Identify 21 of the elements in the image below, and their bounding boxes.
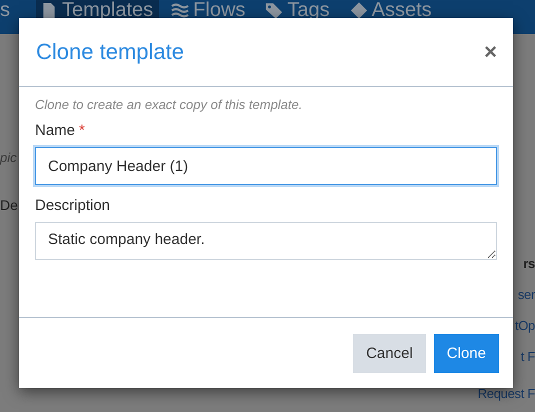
table-link[interactable]: tOp [514, 318, 535, 333]
table-header: De [0, 197, 19, 213]
nav-tab[interactable]: Flows [171, 0, 254, 21]
column-header: rs [523, 256, 535, 271]
hint-text: Clone to create an exact copy of this template. [35, 97, 304, 112]
field-label: Description [35, 197, 110, 214]
table-link[interactable]: Request F [478, 386, 535, 401]
dialog-title: Clone template [36, 39, 184, 65]
close-button[interactable]: × [484, 39, 497, 65]
cancel-button[interactable]: Cancel [353, 334, 426, 373]
table-link[interactable]: ser [518, 287, 535, 302]
table-link[interactable]: t F [520, 349, 535, 364]
nav-tab[interactable]: s [0, 0, 18, 21]
required-mark: * [79, 122, 85, 139]
description-field[interactable]: Static company header. [35, 222, 497, 260]
nav-tab[interactable]: Assets [350, 0, 440, 21]
clone-button[interactable]: Clone [434, 334, 499, 373]
field-label: Name [35, 122, 76, 139]
table-caption: pic [0, 150, 18, 165]
waves-icon [171, 2, 190, 18]
name-field[interactable]: Company Header (1) [35, 147, 497, 185]
